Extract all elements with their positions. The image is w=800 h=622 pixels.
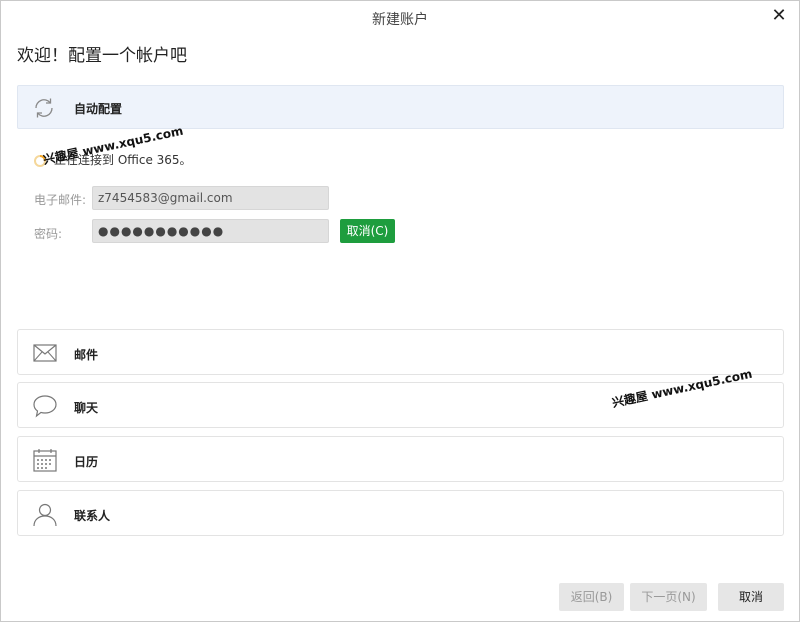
account-type-label: 联系人	[74, 509, 111, 523]
next-button[interactable]: 下一页(N)	[630, 583, 707, 611]
cancel-button[interactable]: 取消	[718, 583, 784, 611]
back-button[interactable]: 返回(B)	[559, 583, 624, 611]
account-type-contacts[interactable]: 联系人	[17, 490, 784, 536]
new-account-dialog: 新建账户 ✕ 欢迎！配置一个帐户吧 自动配置 正在连接到 Office 365。…	[0, 0, 800, 622]
auto-config-panel: 自动配置	[17, 85, 784, 129]
title-bar: 新建账户 ✕	[1, 1, 799, 33]
account-type-mail[interactable]: 邮件	[17, 329, 784, 375]
sync-icon	[32, 96, 56, 120]
person-icon	[32, 501, 58, 527]
email-field[interactable]: z7454583@gmail.com	[92, 186, 329, 210]
account-type-label: 日历	[74, 455, 99, 469]
page-title: 欢迎！配置一个帐户吧	[17, 46, 187, 66]
email-label: 电子邮件:	[34, 193, 87, 207]
mail-icon	[32, 340, 58, 366]
window-title: 新建账户	[372, 12, 428, 28]
account-type-calendar[interactable]: 日历	[17, 436, 784, 482]
password-field[interactable]: ●●●●●●●●●●●	[92, 219, 329, 243]
close-icon[interactable]: ✕	[769, 6, 789, 26]
auto-config-label: 自动配置	[74, 102, 123, 116]
chat-bubble-icon	[32, 393, 58, 419]
account-type-label: 邮件	[74, 348, 99, 362]
calendar-icon	[32, 447, 58, 473]
cancel-connect-button[interactable]: 取消(C)	[340, 219, 395, 243]
account-type-label: 聊天	[74, 401, 99, 415]
password-label: 密码:	[34, 227, 63, 241]
